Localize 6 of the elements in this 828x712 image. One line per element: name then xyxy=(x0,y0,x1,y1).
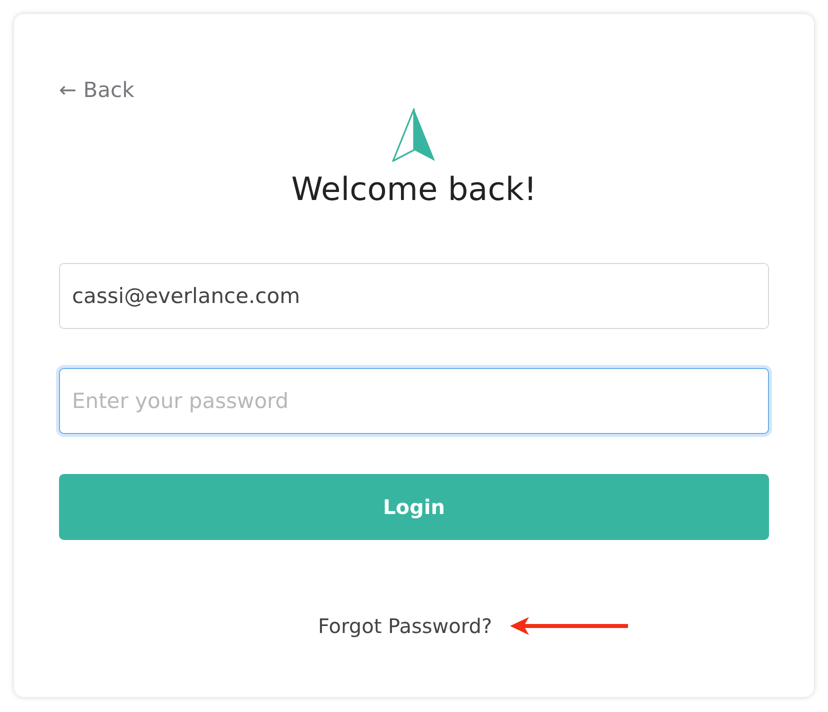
password-field[interactable]: Enter your password xyxy=(59,368,769,434)
back-link[interactable]: ← Back xyxy=(59,76,134,104)
email-field[interactable]: cassi@everlance.com xyxy=(59,263,769,329)
forgot-password-link[interactable]: Forgot Password? xyxy=(318,614,492,638)
page-title: Welcome back! xyxy=(291,169,537,209)
logo-icon xyxy=(391,108,437,163)
